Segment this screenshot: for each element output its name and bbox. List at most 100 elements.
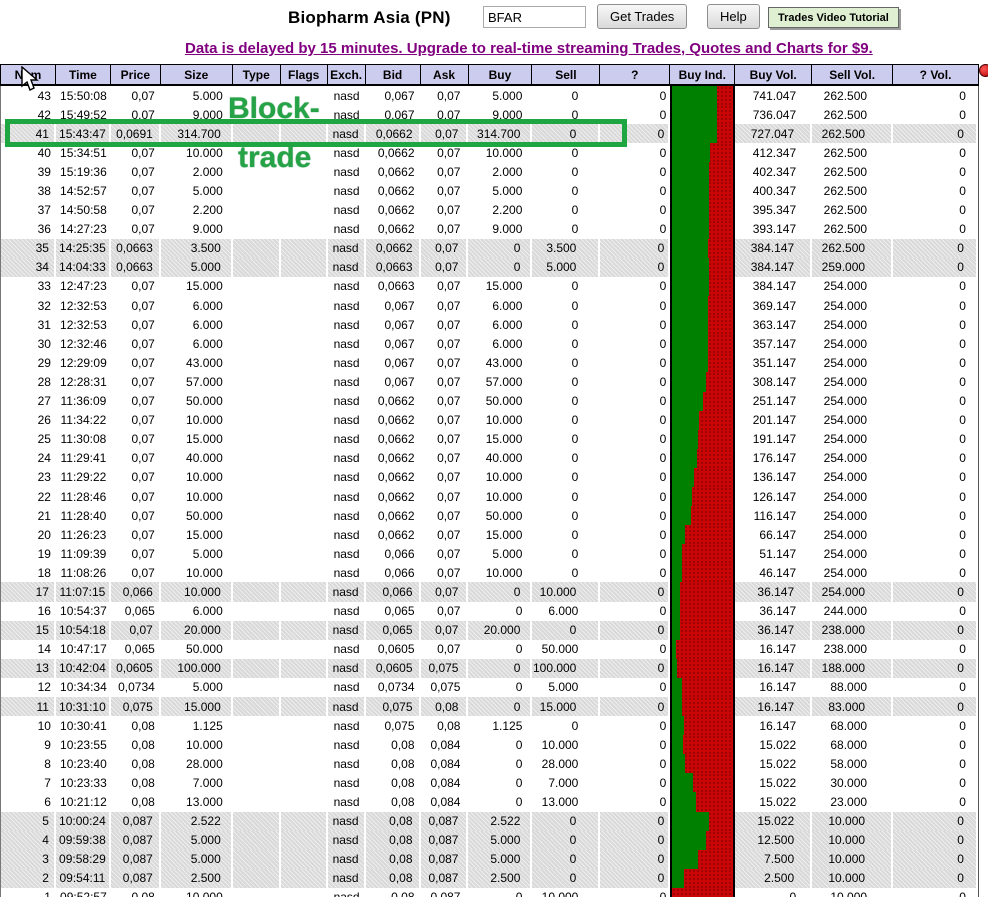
cell-buy-ind (670, 563, 735, 582)
cell-q: 0 (600, 754, 670, 773)
video-tutorial-button[interactable]: Trades Video Tutorial (768, 7, 899, 28)
cell-sell: 10.000 (532, 735, 600, 754)
cell-sell: 0 (532, 831, 600, 850)
cell-q-vol: 0 (893, 353, 978, 372)
cell-sell-vol: 254.000 (812, 430, 893, 449)
table-row: 309:58:290,0875.000nasd0,080,0875.000007… (1, 850, 978, 869)
cell-q: 0 (600, 602, 670, 621)
help-button[interactable]: Help (707, 4, 760, 29)
cell-buy-ind (670, 372, 735, 391)
cell-type (233, 201, 281, 220)
column-header-exch[interactable]: Exch. (328, 65, 366, 84)
column-header-sell[interactable]: Sell (532, 65, 600, 84)
cell-q: 0 (600, 334, 670, 353)
column-header-ask[interactable]: Ask (421, 65, 469, 84)
cell-buy-vol: 2.500 (735, 869, 812, 888)
cell-sell-vol: 68.000 (812, 716, 893, 735)
cell-flags (281, 124, 328, 143)
table-row: 2812:28:310,0757.000nasd0,0670,0757.0000… (1, 372, 978, 391)
cell-bid: 0,075 (366, 716, 421, 735)
column-header-bid[interactable]: Bid (366, 65, 421, 84)
buy-indicator-bar (672, 754, 685, 773)
cell-buy-vol: 384.147 (735, 277, 812, 296)
cell-sell-vol: 10.000 (812, 850, 893, 869)
cell-q-vol: 0 (893, 296, 978, 315)
cell-q: 0 (600, 735, 670, 754)
cell-sell: 0 (532, 124, 600, 143)
buy-indicator-bar (672, 640, 676, 659)
cell-buy-ind (670, 220, 735, 239)
cell-type (233, 888, 281, 897)
cell-sell-vol: 262.500 (812, 239, 893, 258)
column-header-buy-vol[interactable]: Buy Vol. (735, 65, 812, 84)
cell-q: 0 (600, 181, 670, 200)
cell-size: 7.000 (161, 773, 233, 792)
column-header-flags[interactable]: Flags (281, 65, 328, 84)
cell-bid: 0,0662 (366, 181, 421, 200)
cell-time: 11:28:46 (56, 487, 111, 506)
cell-time: 12:32:53 (56, 296, 111, 315)
column-header-type[interactable]: Type (233, 65, 281, 84)
buy-indicator-bar (672, 201, 709, 220)
cell-ask: 0,07 (421, 315, 469, 334)
column-header-q[interactable]: ? (600, 65, 670, 84)
cell-q: 0 (600, 506, 670, 525)
cell-price: 0,07 (111, 277, 161, 296)
cell-size: 5.000 (161, 544, 233, 563)
symbol-input[interactable] (483, 6, 586, 28)
cell-sell: 0 (532, 850, 600, 869)
column-header-num[interactable]: Num (1, 65, 56, 84)
buy-indicator-bar (672, 296, 708, 315)
column-header-size[interactable]: Size (161, 65, 233, 84)
buy-indicator-bar (672, 544, 682, 563)
cell-buy-vol: 15.022 (735, 735, 812, 754)
column-header-price[interactable]: Price (111, 65, 161, 84)
cell-size: 50.000 (161, 640, 233, 659)
cell-buy-ind (670, 850, 735, 869)
table-row: 1911:09:390,075.000nasd0,0660,075.000005… (1, 544, 978, 563)
cell-buy-vol: 15.022 (735, 812, 812, 831)
cell-buy-vol: 51.147 (735, 544, 812, 563)
cell-q: 0 (600, 315, 670, 334)
cell-exch: nasd (328, 392, 366, 411)
cell-q-vol: 0 (893, 563, 978, 582)
buy-indicator-bar (672, 392, 702, 411)
get-trades-button[interactable]: Get Trades (597, 4, 687, 29)
cell-size: 314.700 (161, 124, 233, 143)
cell-time: 11:07:15 (56, 582, 111, 601)
cell-bid: 0,0662 (366, 506, 421, 525)
delayed-data-upgrade-link[interactable]: Data is delayed by 15 minutes. Upgrade t… (185, 40, 873, 57)
cell-sell: 0 (532, 220, 600, 239)
column-header-time[interactable]: Time (56, 65, 111, 84)
column-header-buy-ind[interactable]: Buy Ind. (670, 65, 735, 84)
cell-type (233, 563, 281, 582)
cell-num: 19 (1, 544, 56, 563)
cell-time: 14:27:23 (56, 220, 111, 239)
cell-sell-vol: 254.000 (812, 334, 893, 353)
cell-time: 10:23:40 (56, 754, 111, 773)
cell-exch: nasd (328, 315, 366, 334)
cell-buy-ind (670, 430, 735, 449)
cell-sell-vol: 262.500 (812, 220, 893, 239)
column-header-buy[interactable]: Buy (469, 65, 533, 84)
cell-ask: 0,07 (421, 449, 469, 468)
cell-buy: 0 (468, 659, 532, 678)
cell-bid: 0,0662 (366, 525, 421, 544)
cell-buy-ind (670, 487, 735, 506)
table-row: 3212:32:530,076.000nasd0,0670,076.000003… (1, 296, 978, 315)
cell-flags (281, 792, 328, 811)
buy-indicator-bar (672, 697, 682, 716)
cell-q-vol: 0 (893, 392, 978, 411)
cell-q-vol: 0 (893, 640, 978, 659)
cell-q: 0 (600, 582, 670, 601)
cell-exch: nasd (328, 792, 366, 811)
column-header-sell-vol[interactable]: Sell Vol. (812, 65, 893, 84)
cell-num: 6 (1, 792, 56, 811)
cell-ask: 0,087 (421, 869, 469, 888)
column-header-q-vol[interactable]: ? Vol. (893, 65, 978, 84)
cell-time: 15:49:52 (56, 105, 111, 124)
cell-q-vol: 0 (893, 812, 978, 831)
cell-time: 12:47:23 (56, 277, 111, 296)
cell-buy-ind (670, 754, 735, 773)
table-row: 3714:50:580,072.200nasd0,06620,072.20000… (1, 201, 978, 220)
